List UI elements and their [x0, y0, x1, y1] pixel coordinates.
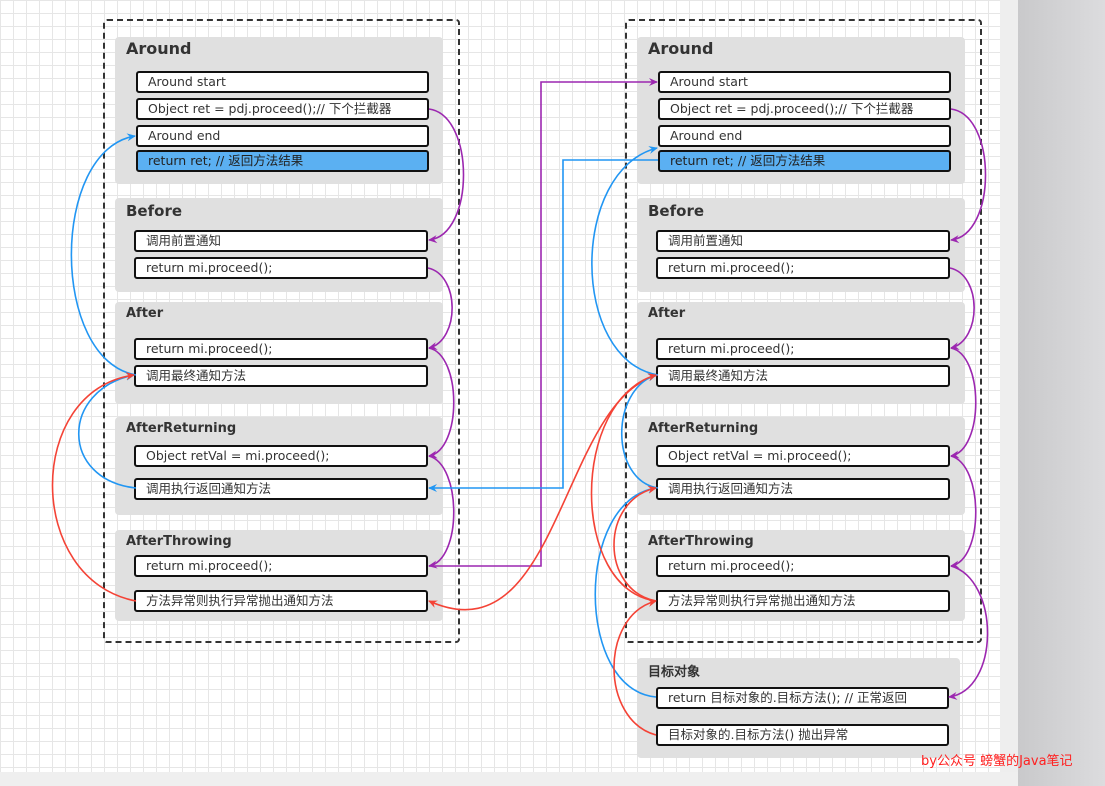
exception-flow-arrow: [613, 599, 657, 736]
exception-flow-arrow: [51, 372, 137, 602]
call-flow-arrow: [429, 78, 658, 567]
watermark: by公众号 螃蟹的Java笔记: [921, 754, 1073, 769]
return-flow-arrow: [594, 485, 657, 698]
exception-flow-arrow: [590, 373, 657, 602]
return-flow-arrow: [591, 146, 659, 376]
call-flow-arrow: [948, 565, 989, 700]
call-flow-arrow: [950, 347, 977, 459]
call-flow-arrow: [950, 108, 987, 244]
call-flow-arrow: [427, 267, 453, 350]
return-flow-arrow: [70, 133, 137, 376]
exception-flow-arrow: [428, 374, 659, 611]
call-flow-arrow: [428, 455, 455, 569]
call-flow-arrow: [428, 108, 465, 244]
exception-flow-arrow: [613, 485, 657, 602]
call-flow-arrow: [950, 455, 977, 569]
call-flow-arrow: [949, 267, 975, 350]
flow-arrows: [51, 78, 989, 736]
call-flow-arrow: [428, 347, 455, 459]
return-flow-arrow: [428, 159, 658, 492]
return-flow-arrow: [77, 372, 137, 489]
